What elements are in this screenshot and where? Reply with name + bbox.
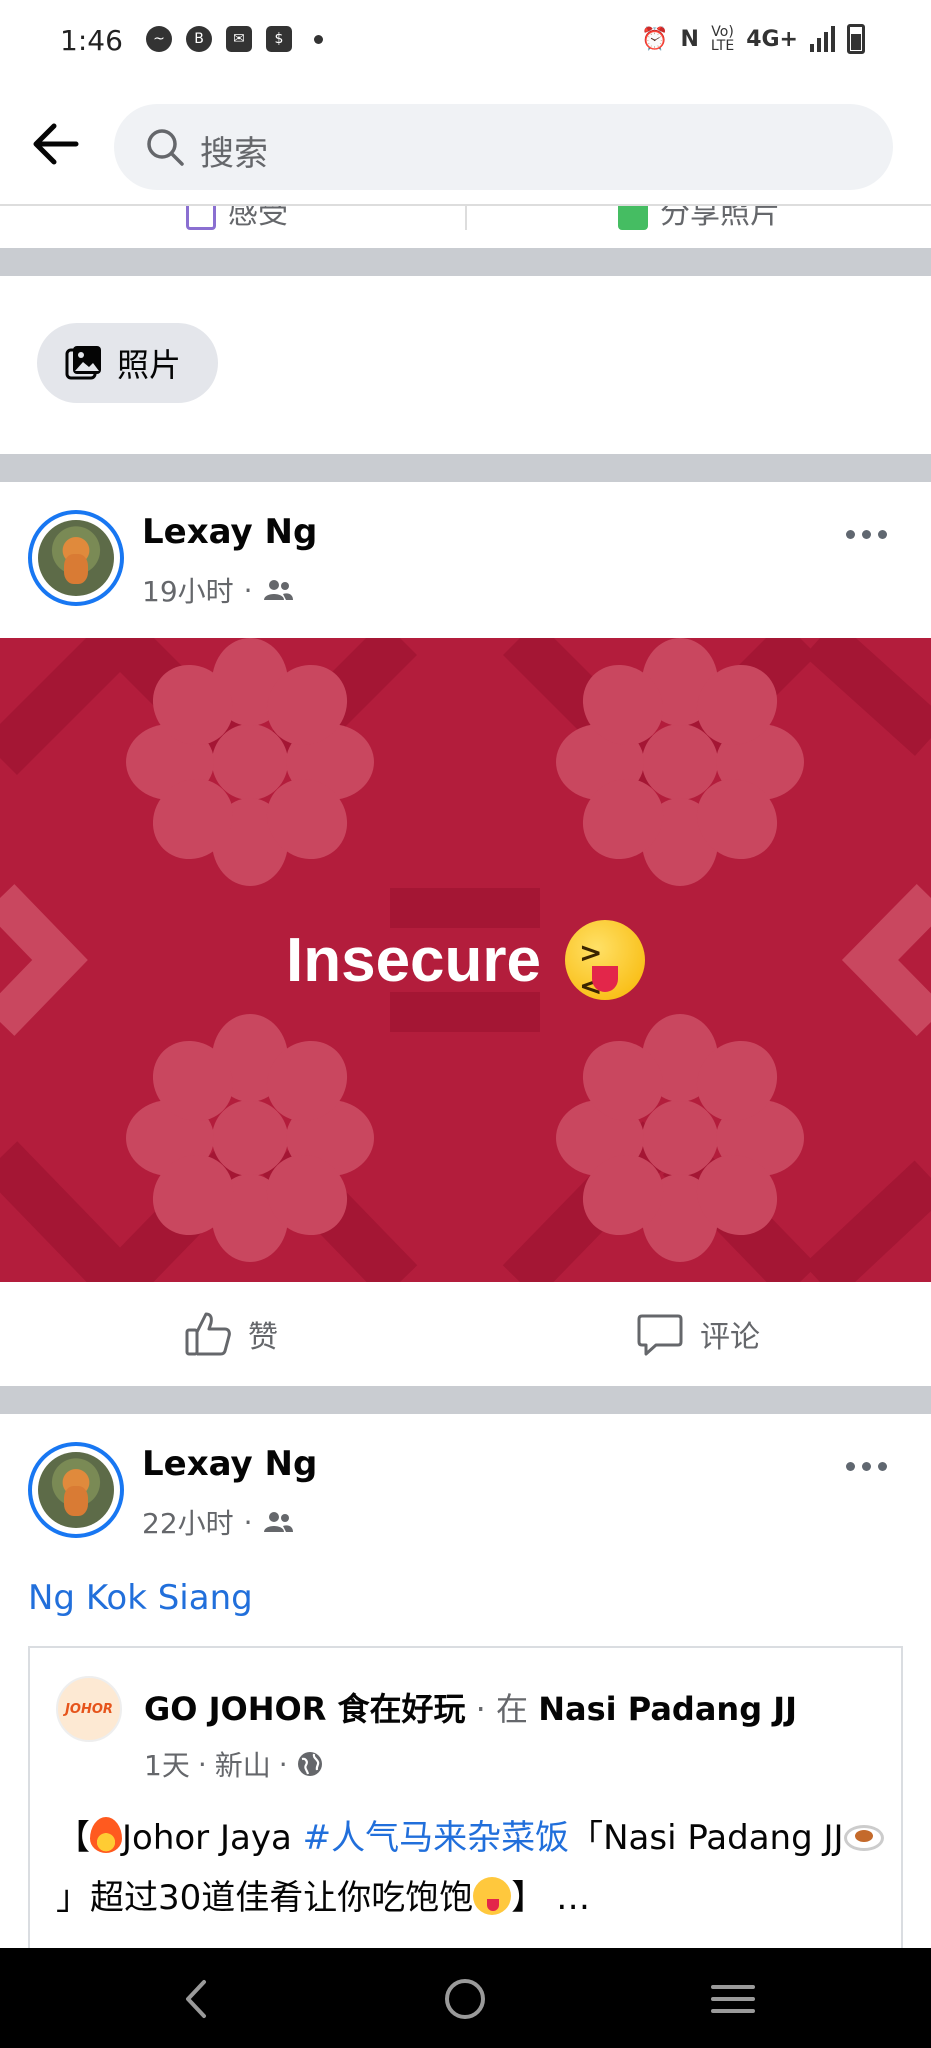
squinting-tongue-emoji-icon: [565, 920, 646, 1002]
thumbs-up-icon: [185, 1312, 231, 1356]
mail-icon: ✉: [226, 26, 252, 52]
photo-album-icon: [65, 346, 101, 380]
text-post-banner[interactable]: Insecure: [0, 638, 931, 1282]
tongue-face-emoji-icon: [473, 1877, 512, 1915]
search-input[interactable]: 搜索: [114, 104, 893, 190]
shared-post-location: 新山: [214, 1749, 271, 1782]
comment-icon: [637, 1314, 683, 1356]
post-time[interactable]: 22小时: [142, 1502, 234, 1542]
system-nav-bar: [0, 1948, 931, 2048]
post-time[interactable]: 19小时: [142, 570, 234, 610]
post-header: Lexay Ng 22小时 ·: [0, 1414, 931, 1564]
banner-text: Insecure: [285, 925, 542, 995]
avatar[interactable]: [28, 510, 124, 606]
shop-icon: $: [266, 26, 292, 52]
messenger-icon: ~: [146, 26, 172, 52]
more-options-button[interactable]: [841, 1454, 891, 1478]
section-divider: [0, 454, 931, 482]
nav-menu-icon[interactable]: [708, 1974, 758, 2024]
photo-filter-chip[interactable]: 照片: [37, 323, 218, 403]
status-time: 1:46: [60, 24, 123, 57]
post-meta: 22小时 ·: [142, 1502, 293, 1542]
hashtag-link[interactable]: #人气马来杂菜饭: [303, 1818, 570, 1858]
comment-button[interactable]: 评论: [636, 1282, 760, 1386]
friends-icon: [263, 1512, 293, 1532]
notification-dot-icon: [314, 34, 323, 44]
section-divider: [0, 1386, 931, 1414]
search-header: 搜索: [0, 86, 931, 206]
shared-post-time[interactable]: 1天: [144, 1744, 190, 1784]
feeling-icon: [186, 206, 216, 230]
back-arrow-icon[interactable]: [28, 116, 84, 172]
avatar[interactable]: [28, 1442, 124, 1538]
nav-home-icon[interactable]: [440, 1974, 490, 2024]
nav-back-icon[interactable]: [172, 1974, 222, 2024]
feeling-button[interactable]: 感受: [186, 206, 288, 232]
status-bar: 1:46 ~ B ✉ $ ⏰ N Vo) LTE 4G+: [0, 0, 931, 86]
photo-icon: [618, 206, 648, 230]
like-button[interactable]: 赞: [184, 1282, 278, 1386]
place-link[interactable]: Nasi Padang JJ: [538, 1690, 797, 1728]
comment-label: 评论: [700, 1320, 760, 1355]
composer-row: 感受 分享照片: [0, 206, 931, 248]
more-options-button[interactable]: [841, 522, 891, 546]
post-actions: 赞 评论: [0, 1282, 931, 1386]
page-avatar[interactable]: JOHOR: [56, 1676, 122, 1742]
volte-icon: Vo) LTE: [710, 24, 735, 54]
curry-rice-emoji-icon: [843, 1825, 884, 1851]
author-name[interactable]: Lexay Ng: [142, 1444, 317, 1484]
page-name[interactable]: GO JOHOR 食在好玩: [144, 1690, 466, 1728]
search-placeholder: 搜索: [200, 134, 268, 174]
post-header: Lexay Ng 19小时 ·: [0, 482, 931, 638]
alarm-icon: ⏰: [641, 26, 669, 52]
post-meta: 19小时 ·: [142, 570, 293, 610]
friends-icon: [263, 580, 293, 600]
search-icon: [147, 129, 184, 166]
shared-post-meta: 1天 · 新山 ·: [144, 1744, 324, 1784]
battery-icon: [847, 24, 865, 54]
fire-emoji-icon: [90, 1817, 122, 1853]
globe-icon: [297, 1752, 322, 1776]
author-name[interactable]: Lexay Ng: [142, 512, 317, 552]
like-label: 赞: [248, 1320, 278, 1355]
nfc-icon: N: [680, 26, 699, 52]
signal-icon: [810, 26, 835, 52]
b-app-icon: B: [186, 26, 212, 52]
share-photo-button[interactable]: 分享照片: [618, 206, 780, 232]
photo-filter-label: 照片: [117, 346, 182, 384]
network-type: 4G+: [746, 26, 798, 52]
section-divider: [0, 248, 931, 276]
tagged-friend-link[interactable]: Ng Kok Siang: [28, 1578, 253, 1618]
